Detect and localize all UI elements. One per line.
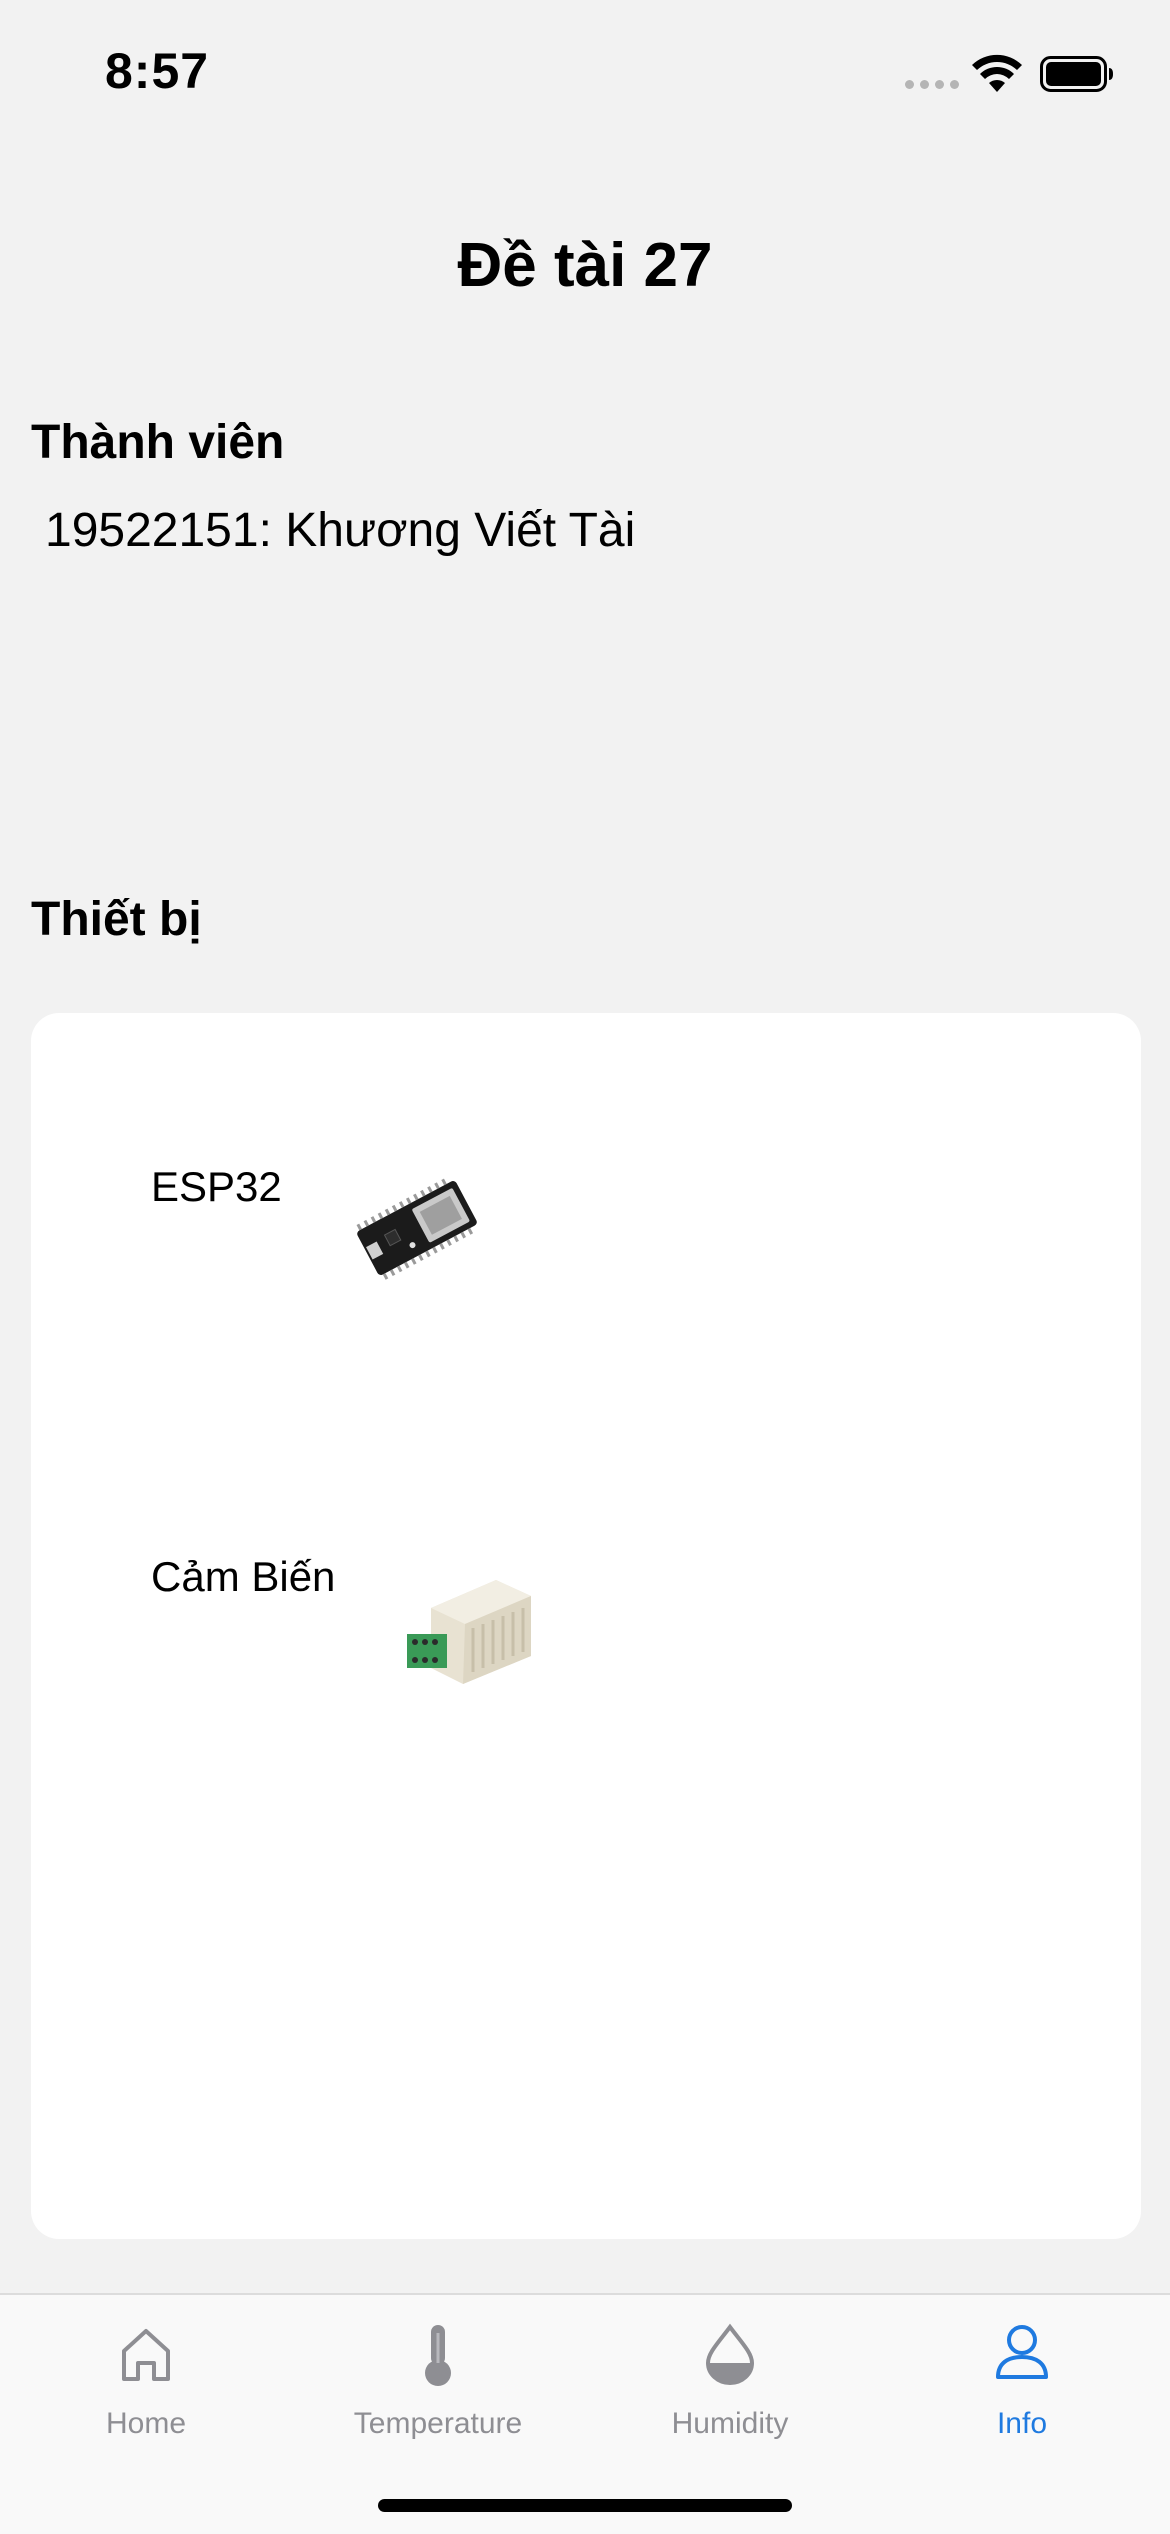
tab-home[interactable]: Home (0, 2295, 292, 2455)
home-indicator[interactable] (378, 2499, 792, 2512)
tab-label-home: Home (105, 2407, 187, 2440)
device-card: ESP32 Cảm Biến (31, 1013, 1141, 2239)
wifi-icon (972, 54, 1022, 92)
person-icon (996, 2325, 1048, 2379)
tab-label-temperature: Temperature (353, 2407, 523, 2440)
esp32-board-image (356, 1178, 477, 1280)
member-item: 19522151: Khương Viết Tài (45, 504, 636, 557)
water-drop-icon (705, 2323, 755, 2385)
device-label-esp32: ESP32 (151, 1163, 282, 1210)
home-icon (122, 2329, 170, 2381)
tab-temperature[interactable]: Temperature (292, 2295, 584, 2455)
tab-bar: Home Temperature Humidity Info (0, 2293, 1170, 2534)
battery-icon (1040, 56, 1113, 92)
tab-info[interactable]: Info (876, 2295, 1168, 2455)
devices-heading: Thiết bị (31, 893, 202, 946)
status-bar: 8:57 (0, 0, 1170, 140)
tab-label-info: Info (996, 2407, 1048, 2440)
tab-label-humidity: Humidity (671, 2407, 789, 2440)
thermometer-icon (425, 2325, 451, 2386)
signal-dots-icon (905, 80, 959, 89)
sensor-module-image (407, 1580, 531, 1684)
tab-humidity[interactable]: Humidity (584, 2295, 876, 2455)
device-label-sensor: Cảm Biến (151, 1553, 336, 1600)
members-heading: Thành viên (31, 416, 285, 469)
page-title: Đề tài 27 (457, 231, 713, 300)
status-time: 8:57 (105, 43, 210, 99)
